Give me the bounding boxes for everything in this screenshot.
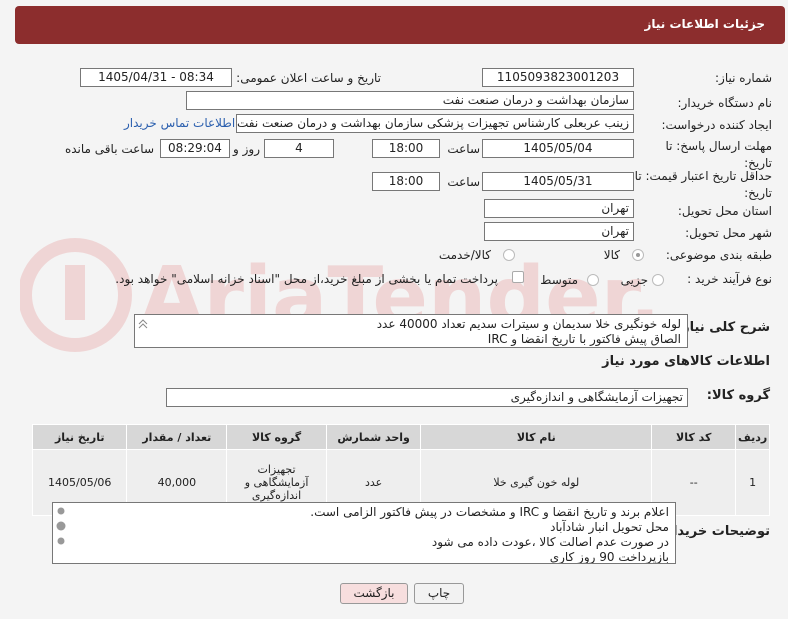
price-deadline-date: 1405/05/31 bbox=[482, 172, 634, 191]
city-label: شهر محل تحویل: bbox=[685, 226, 772, 240]
process-option-minor: جزیی bbox=[620, 273, 648, 287]
category-option-goods-service: کالا/خدمت bbox=[438, 248, 491, 262]
buyer-notes-scroll-icon[interactable] bbox=[55, 507, 67, 559]
goods-section-title: اطلاعات کالاهای مورد نیاز bbox=[602, 354, 770, 369]
announce-label: تاریخ و ساعت اعلان عمومی: bbox=[236, 71, 381, 85]
col-row-header: ردیف bbox=[735, 424, 770, 450]
price-deadline-time-label: ساعت bbox=[447, 175, 480, 189]
cell-row: 1 bbox=[735, 449, 770, 516]
description-line-1: لوله خونگیری خلا سدیمان و سیترات سدیم تع… bbox=[376, 317, 681, 331]
buyer-org-label: نام دستگاه خریدار: bbox=[677, 96, 773, 110]
buyer-contact-link[interactable]: اطلاعات تماس خریدار bbox=[124, 116, 235, 130]
remaining-time-field: 08:29:04 bbox=[160, 139, 230, 158]
province-label: استان محل تحویل: bbox=[677, 204, 772, 218]
need-number-field: 1105093823001203 bbox=[482, 68, 634, 87]
category-radio-goods[interactable] bbox=[632, 249, 644, 261]
description-label: شرح کلی نیاز: bbox=[676, 320, 770, 335]
category-label: طبقه بندی موضوعی: bbox=[665, 248, 772, 262]
price-deadline-label: حداقل تاریخ اعتبار قیمت: تا تاریخ: bbox=[634, 169, 772, 200]
buyer-notes-line-4: بازپرداخت 90 روز کاری bbox=[549, 550, 669, 564]
description-textarea[interactable]: لوله خونگیری خلا سدیمان و سیترات سدیم تع… bbox=[134, 314, 688, 348]
treasury-note: پرداخت تمام یا بخشی از مبلغ خرید،از محل … bbox=[115, 272, 498, 286]
col-group-header: گروه کالا bbox=[226, 424, 327, 450]
requester-label: ایجاد کننده درخواست: bbox=[661, 118, 772, 132]
process-radio-minor[interactable] bbox=[652, 274, 664, 286]
category-option-goods: کالا bbox=[603, 248, 620, 262]
buyer-org-field: سازمان بهداشت و درمان صنعت نفت bbox=[186, 91, 634, 110]
province-field: تهران bbox=[484, 199, 634, 218]
page-title: جزئیات اطلاعات نیاز bbox=[644, 17, 765, 31]
process-label: نوع فرآیند خرید : bbox=[687, 272, 772, 286]
days-remaining-field: 4 bbox=[264, 139, 334, 158]
description-line-2: الصاق پیش فاکتور با تاریخ انقضا و IRC bbox=[487, 332, 681, 346]
send-deadline-time: 18:00 bbox=[372, 139, 440, 158]
buyer-notes-line-3: در صورت عدم اصالت کالا ،عودت داده می شود bbox=[431, 535, 669, 549]
col-date-header: تاریخ نیاز bbox=[31, 424, 128, 450]
days-label: روز و bbox=[233, 142, 260, 156]
process-option-medium: متوسط bbox=[540, 273, 578, 287]
col-unit-header: واحد شمارش bbox=[325, 424, 422, 450]
announce-field: 1405/04/31 - 08:34 bbox=[80, 68, 232, 87]
page-header: جزئیات اطلاعات نیاز bbox=[15, 6, 785, 44]
send-deadline-label: مهلت ارسال پاسخ: تا تاریخ: bbox=[665, 139, 772, 170]
need-number-label: شماره نیاز: bbox=[715, 71, 772, 85]
back-button[interactable]: بازگشت bbox=[340, 583, 408, 604]
col-code-header: کد کالا bbox=[651, 424, 737, 450]
remaining-time-label: ساعت باقی مانده bbox=[64, 142, 154, 156]
city-field: تهران bbox=[484, 222, 634, 241]
buyer-notes-line-1: اعلام برند و تاریخ انقضا و IRC و مشخصات … bbox=[310, 505, 669, 519]
table-header-row: ردیف کد کالا نام کالا واحد شمارش گروه کا… bbox=[31, 424, 770, 450]
category-radio-goods-service[interactable] bbox=[503, 249, 515, 261]
col-qty-header: تعداد / مقدار bbox=[126, 424, 228, 450]
buyer-notes-line-2: محل تحویل انبار شادآباد bbox=[550, 520, 669, 534]
process-radio-medium[interactable] bbox=[587, 274, 599, 286]
buyer-notes-textarea[interactable]: اعلام برند و تاریخ انقضا و IRC و مشخصات … bbox=[52, 502, 676, 564]
goods-group-label: گروه کالا: bbox=[706, 388, 770, 403]
send-deadline-date: 1405/05/04 bbox=[482, 139, 634, 158]
print-button[interactable]: چاپ bbox=[414, 583, 464, 604]
goods-group-field: تجهیزات آزمایشگاهی و اندازه‌گیری bbox=[166, 388, 688, 407]
description-scroll-icon[interactable] bbox=[137, 317, 149, 345]
requester-field: زینب عربعلی کارشناس تجهیزات پزشکی سازمان… bbox=[236, 114, 634, 133]
col-name-header: نام کالا bbox=[420, 424, 653, 450]
send-deadline-time-label: ساعت bbox=[447, 142, 480, 156]
treasury-checkbox[interactable] bbox=[512, 271, 524, 283]
buyer-notes-label: توضیحات خریدار: bbox=[660, 524, 770, 539]
price-deadline-time: 18:00 bbox=[372, 172, 440, 191]
